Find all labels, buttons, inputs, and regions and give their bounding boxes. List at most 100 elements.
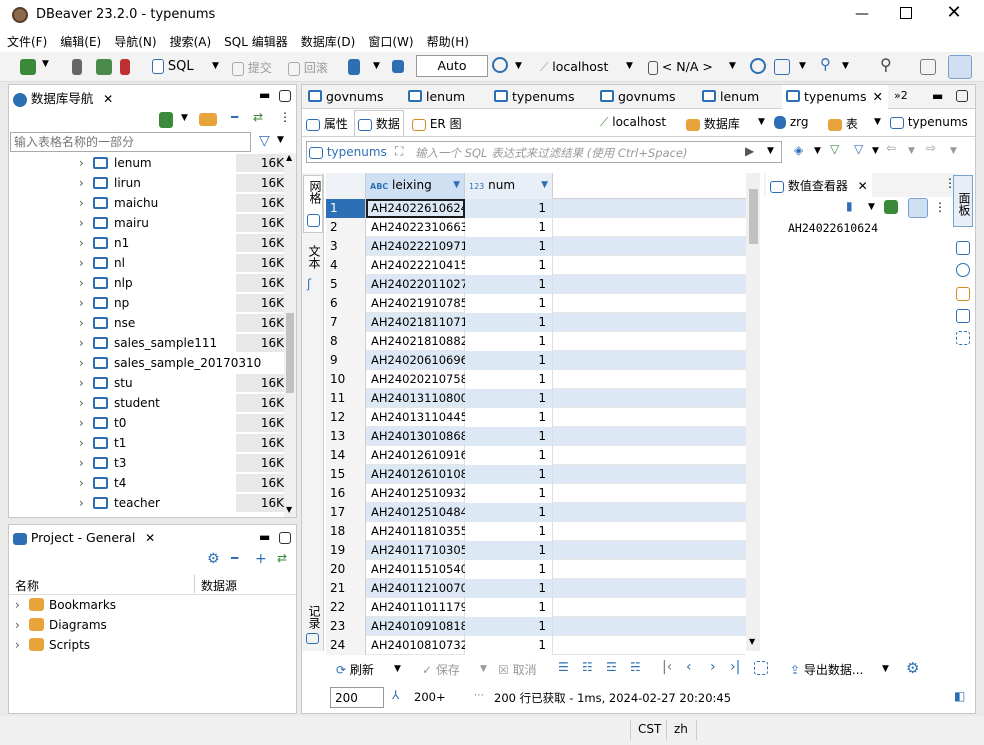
transaction-mode-icon[interactable] [348,59,360,75]
cell-num[interactable]: 1 [465,256,553,275]
collapse-icon[interactable]: ━ [231,110,238,124]
save-dropdown-icon[interactable]: ▼ [480,664,487,674]
cell-leixing[interactable]: AH24011710305 [366,541,468,560]
row-number[interactable]: 3 [326,237,366,256]
table-row[interactable]: 19 AH24011710305 1 [326,541,746,560]
cell-leixing[interactable]: AH24011810355 [366,522,468,541]
back-icon[interactable]: ⇦ [886,141,896,155]
tree-table-item[interactable]: › student 16K [9,393,285,413]
add-dropdown-icon[interactable]: ▼ [181,113,188,123]
value-viewer-content[interactable]: AH24022610624 [788,221,878,235]
tree-table-item[interactable]: › np 16K [9,293,285,313]
cell-num[interactable]: 1 [465,313,553,332]
save-to-file-icon[interactable] [908,198,928,218]
schema-selector[interactable]: < N/A > [648,59,713,75]
menu-dropdown-icon[interactable]: ⋮ [279,110,291,124]
grid-panel-icon[interactable] [956,241,970,255]
expand-icon[interactable]: › [79,473,84,493]
row-number[interactable]: 16 [326,484,366,503]
expand-icon[interactable]: › [15,595,20,615]
table-row[interactable]: 18 AH24011810355 1 [326,522,746,541]
column-name-header[interactable]: 名称 [15,577,39,594]
cell-num[interactable]: 1 [465,351,553,370]
table-row[interactable]: 10 AH24020210758 1 [326,370,746,389]
table-row[interactable]: 15 AH24012610108 1 [326,465,746,484]
schema-link[interactable]: zrg [774,115,808,129]
expand-icon[interactable]: › [79,153,84,173]
cell-leixing[interactable]: AH24021910785 [366,294,468,313]
filter-settings-icon[interactable]: ▽ [830,142,839,156]
tree-table-item[interactable]: › nlp 16K [9,273,285,293]
settings-icon[interactable]: ⚙ [207,551,220,567]
cell-leixing[interactable]: AH24022011027 [366,275,468,294]
cell-leixing[interactable]: AH24013110800 [366,389,468,408]
cell-leixing[interactable]: AH24021810882 [366,332,468,351]
table-row[interactable]: 6 AH24021910785 1 [326,294,746,313]
table-row[interactable]: 22 AH24011011179 1 [326,598,746,617]
dropdown-arrow-icon[interactable]: ▼ [42,59,49,69]
minimize-editor-icon[interactable]: ▬ [932,89,943,103]
next-page-icon[interactable]: › [710,659,716,675]
copy-row-icon[interactable]: ☲ [606,660,617,674]
metadata-panel-icon[interactable] [956,263,970,277]
expand-icon[interactable]: › [79,433,84,453]
table-link[interactable]: 表 [828,115,858,132]
navigator-tab[interactable]: 数据库导航 ✕ [13,88,113,107]
funnel-icon[interactable]: ▽ [854,142,863,156]
tree-table-item[interactable]: › stu 16K [9,373,285,393]
commit-button[interactable]: 提交 [232,59,272,76]
editor-tab-lenum-2[interactable]: lenum [698,85,759,109]
maximize-editor-icon[interactable] [956,90,968,102]
row-number[interactable]: 19 [326,541,366,560]
row-number[interactable]: 22 [326,598,366,617]
expand-icon[interactable]: › [79,453,84,473]
fetch-size-input[interactable] [330,687,384,708]
expand-icon[interactable]: › [79,313,84,333]
row-number[interactable]: 21 [326,579,366,598]
minimize-panel-icon[interactable]: ▬ [259,88,270,102]
connection-link[interactable]: ⟋ localhost [600,115,666,130]
grid-scroll-thumb[interactable] [749,189,758,244]
close-project-icon[interactable]: ✕ [145,531,155,545]
book-icon[interactable]: ▮ [846,199,853,213]
close-viewer-icon[interactable]: ✕ [858,179,868,193]
tree-table-item[interactable]: › lenum 16K [9,153,285,173]
folder-icon[interactable] [199,113,217,126]
menu-sql-editor[interactable]: SQL 编辑器 [217,30,294,50]
filter-placeholder[interactable]: 输入一个 SQL 表达式来过滤结果 (使用 Ctrl+Space) [415,145,688,161]
table-row[interactable]: 4 AH24022210415 1 [326,256,746,275]
tree-table-item[interactable]: › nse 16K [9,313,285,333]
perspective-icon[interactable] [920,59,936,75]
link-project-icon[interactable]: ⇄ [277,551,287,565]
schema-dropdown-icon[interactable]: ▼ [729,61,736,71]
cell-num[interactable]: 1 [465,199,553,218]
row-number[interactable]: 23 [326,617,366,636]
row-number[interactable]: 20 [326,560,366,579]
maximize-panel-icon[interactable] [279,90,291,102]
table-row[interactable]: 5 AH24022011027 1 [326,275,746,294]
project-item-diagrams[interactable]: › Diagrams [9,615,296,635]
cell-num[interactable]: 1 [465,275,553,294]
row-number[interactable]: 14 [326,446,366,465]
row-number[interactable]: 6 [326,294,366,313]
cell-leixing[interactable]: AH24013110445 [366,408,468,427]
cell-leixing[interactable]: AH24022610624 [366,199,468,218]
expand-icon[interactable]: › [15,635,20,655]
cell-num[interactable]: 1 [465,503,553,522]
cell-num[interactable]: 1 [465,598,553,617]
row-number[interactable]: 1 [326,199,366,218]
expand-filter-icon[interactable]: ⛶ [395,144,403,159]
apply-filter-icon[interactable]: ▶ [745,144,754,158]
data-tab[interactable]: 数据 [354,110,404,136]
menu-help[interactable]: 帮助(H) [420,30,475,50]
cell-num[interactable]: 1 [465,636,553,655]
table-row[interactable]: 21 AH24011210070 1 [326,579,746,598]
minimize-button[interactable]: — [852,6,872,24]
expand-icon[interactable]: › [79,333,84,353]
eraser-dropdown-icon[interactable]: ▼ [814,146,821,156]
editor-tab-govnums-2[interactable]: govnums [596,85,676,109]
cell-num[interactable]: 1 [465,560,553,579]
cell-leixing[interactable]: AH24012510932 [366,484,468,503]
table-dropdown-icon[interactable]: ▼ [874,117,881,127]
first-page-icon[interactable]: |‹ [662,659,672,675]
